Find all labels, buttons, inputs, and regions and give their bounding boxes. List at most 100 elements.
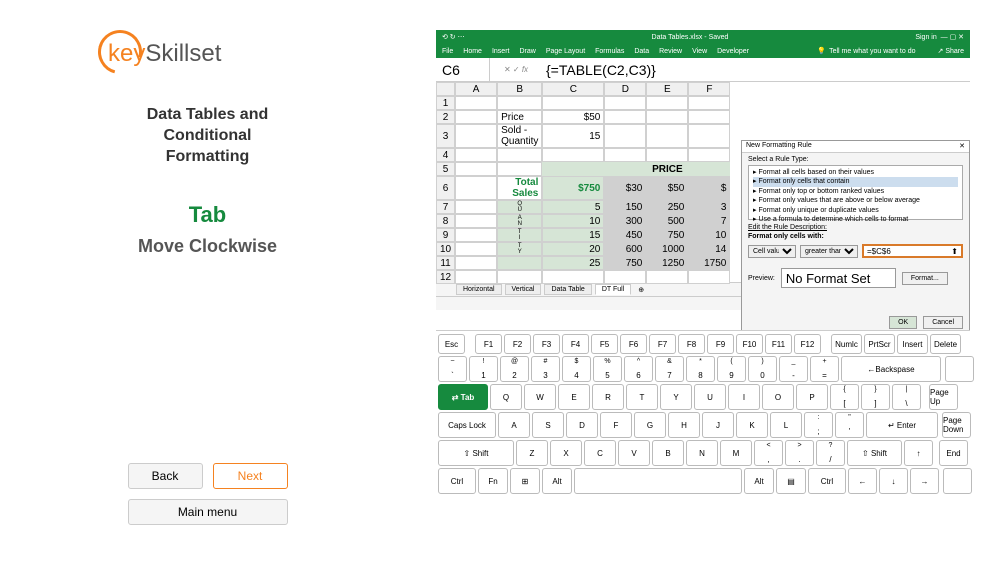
key-o[interactable]: O: [762, 384, 794, 410]
key-i[interactable]: I: [728, 384, 760, 410]
tab-dtfull[interactable]: DT Full: [595, 284, 631, 295]
formula-input[interactable]: =$C$6⬆: [862, 244, 963, 258]
key-k[interactable]: K: [736, 412, 768, 438]
key-f11[interactable]: F11: [765, 334, 792, 354]
tab-datatable[interactable]: Data Table: [544, 284, 591, 295]
key-backspace[interactable]: ←Backspase: [841, 356, 941, 382]
key-bracket[interactable]: |\: [892, 384, 921, 410]
tell-me[interactable]: 💡 Tell me what you want to do: [817, 47, 915, 55]
cell-value-dropdown[interactable]: Cell value: [748, 245, 796, 258]
add-sheet-icon[interactable]: ⊕: [638, 286, 644, 294]
signin-link[interactable]: Sign in: [915, 34, 936, 41]
key-end[interactable]: End: [939, 440, 968, 466]
key-lalt[interactable]: Alt: [542, 468, 572, 494]
ribbon-review[interactable]: Review: [659, 48, 682, 55]
key-f2[interactable]: F2: [504, 334, 531, 354]
key-d[interactable]: D: [566, 412, 598, 438]
key-8[interactable]: *8: [686, 356, 715, 382]
key-h[interactable]: H: [668, 412, 700, 438]
close-icon[interactable]: ✕: [959, 142, 965, 151]
key-f3[interactable]: F3: [533, 334, 560, 354]
key-n[interactable]: N: [686, 440, 718, 466]
key-2[interactable]: @2: [500, 356, 529, 382]
key-e[interactable]: E: [558, 384, 590, 410]
key-f4[interactable]: F4: [562, 334, 589, 354]
ribbon-file[interactable]: File: [442, 48, 453, 55]
key-left[interactable]: ←: [848, 468, 877, 494]
key-delete[interactable]: Delete: [930, 334, 961, 354]
key-bracket[interactable]: {[: [830, 384, 859, 410]
key-s[interactable]: S: [532, 412, 564, 438]
key-punct[interactable]: "': [835, 412, 864, 438]
key-lshift[interactable]: ⇧ Shift: [438, 440, 514, 466]
key-1[interactable]: !1: [469, 356, 498, 382]
key-insert[interactable]: Insert: [897, 334, 928, 354]
key-menu[interactable]: ▤: [776, 468, 806, 494]
key-q[interactable]: Q: [490, 384, 522, 410]
key-p[interactable]: P: [796, 384, 828, 410]
key-f9[interactable]: F9: [707, 334, 734, 354]
key-down[interactable]: ↓: [879, 468, 908, 494]
key-=[interactable]: +=: [810, 356, 839, 382]
key-c[interactable]: C: [584, 440, 616, 466]
next-button[interactable]: Next: [213, 463, 288, 489]
key-9[interactable]: (9: [717, 356, 746, 382]
key-blank1[interactable]: [945, 356, 974, 382]
key-u[interactable]: U: [694, 384, 726, 410]
format-button[interactable]: Format...: [902, 272, 948, 285]
key-lctrl[interactable]: Ctrl: [438, 468, 476, 494]
main-menu-button[interactable]: Main menu: [128, 499, 288, 525]
key-7[interactable]: &7: [655, 356, 684, 382]
key-win[interactable]: ⊞: [510, 468, 540, 494]
ribbon-draw[interactable]: Draw: [519, 48, 535, 55]
ribbon-insert[interactable]: Insert: [492, 48, 510, 55]
key-up[interactable]: ↑: [904, 440, 933, 466]
formula-bar[interactable]: {=TABLE(C2,C3)}: [542, 62, 970, 78]
key-tab[interactable]: ⇄ Tab: [438, 384, 488, 410]
share-link[interactable]: Share: [945, 48, 964, 55]
key-f6[interactable]: F6: [620, 334, 647, 354]
key-punct[interactable]: :;: [804, 412, 833, 438]
key-y[interactable]: Y: [660, 384, 692, 410]
key-punct2[interactable]: <,: [754, 440, 783, 466]
ribbon-view[interactable]: View: [692, 48, 707, 55]
key-f1[interactable]: F1: [475, 334, 502, 354]
key-f5[interactable]: F5: [591, 334, 618, 354]
key-4[interactable]: $4: [562, 356, 591, 382]
key-t[interactable]: T: [626, 384, 658, 410]
key-pgup[interactable]: Page Up: [929, 384, 958, 410]
key-3[interactable]: #3: [531, 356, 560, 382]
key-5[interactable]: %5: [593, 356, 622, 382]
key-6[interactable]: ^6: [624, 356, 653, 382]
ribbon-data[interactable]: Data: [634, 48, 649, 55]
ribbon-formulas[interactable]: Formulas: [595, 48, 624, 55]
key-numlc[interactable]: Numlc: [831, 334, 862, 354]
key-m[interactable]: M: [720, 440, 752, 466]
key-`[interactable]: ~`: [438, 356, 467, 382]
name-box[interactable]: C6: [436, 58, 490, 81]
tab-vertical[interactable]: Vertical: [505, 284, 542, 295]
key-z[interactable]: Z: [516, 440, 548, 466]
key-enter[interactable]: ↵ Enter: [866, 412, 938, 438]
key-punct2[interactable]: ?/: [816, 440, 845, 466]
ribbon-developer[interactable]: Developer: [717, 48, 749, 55]
ribbon-home[interactable]: Home: [463, 48, 482, 55]
key-g[interactable]: G: [634, 412, 666, 438]
key-esc[interactable]: Esc: [438, 334, 465, 354]
key-pgdn[interactable]: Page Down: [942, 412, 971, 438]
key-ralt[interactable]: Alt: [744, 468, 774, 494]
ok-button[interactable]: OK: [889, 316, 917, 329]
key-fn[interactable]: Fn: [478, 468, 508, 494]
key-punct2[interactable]: >.: [785, 440, 814, 466]
key-f[interactable]: F: [600, 412, 632, 438]
key-w[interactable]: W: [524, 384, 556, 410]
key-rctrl[interactable]: Ctrl: [808, 468, 846, 494]
key-b[interactable]: B: [652, 440, 684, 466]
key-rshift[interactable]: ⇧ Shift: [847, 440, 902, 466]
tab-horizontal[interactable]: Horizontal: [456, 284, 502, 295]
cancel-button[interactable]: Cancel: [923, 316, 963, 329]
key--[interactable]: _-: [779, 356, 808, 382]
key-a[interactable]: A: [498, 412, 530, 438]
rule-list[interactable]: ▸ Format all cells based on their values…: [748, 165, 963, 220]
key-space[interactable]: [574, 468, 742, 494]
